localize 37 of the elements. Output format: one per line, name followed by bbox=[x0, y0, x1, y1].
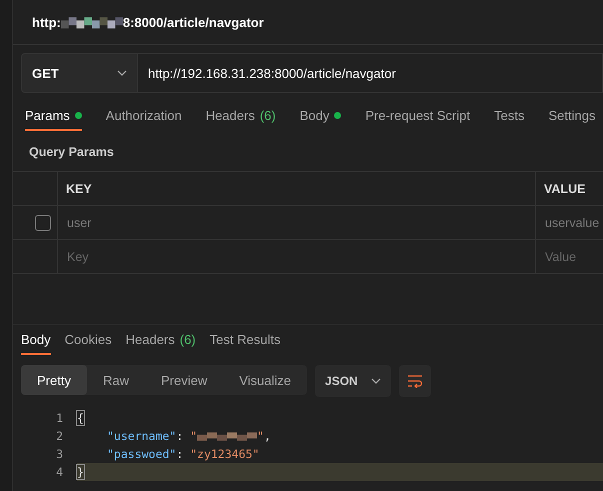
view-mode-button[interactable]: Pretty bbox=[21, 365, 87, 395]
response-tab[interactable]: Test Results bbox=[210, 332, 280, 355]
redaction-mosaic-icon bbox=[60, 14, 123, 30]
view-mode-button[interactable]: Raw bbox=[86, 365, 145, 395]
format-dropdown[interactable]: JSON bbox=[315, 365, 392, 397]
value-field[interactable]: Value bbox=[545, 250, 603, 264]
request-tab[interactable]: Body bbox=[300, 108, 342, 131]
response-tab[interactable]: Body bbox=[21, 332, 51, 355]
table-cell: uservalue bbox=[545, 216, 600, 230]
url-field[interactable]: http://192.168.31.238:8000/article/navgator bbox=[138, 53, 603, 93]
request-tab[interactable]: Authorization bbox=[106, 108, 182, 131]
method-dropdown[interactable]: GET bbox=[21, 53, 138, 93]
chevron-down-icon bbox=[117, 70, 127, 76]
code-line: 1 { bbox=[13, 409, 603, 427]
request-tab[interactable]: Params bbox=[25, 108, 82, 131]
view-mode-button[interactable]: Preview bbox=[144, 365, 224, 395]
key-field[interactable]: Key bbox=[67, 250, 535, 264]
request-tab[interactable]: Tests bbox=[494, 108, 524, 131]
request-tab[interactable]: Settings bbox=[548, 108, 596, 131]
line-number: 4 bbox=[13, 463, 77, 481]
checkbox[interactable] bbox=[35, 214, 51, 230]
chevron-down-icon bbox=[371, 378, 382, 384]
section-title: Query Params bbox=[28, 144, 115, 161]
redaction-mosaic-icon bbox=[197, 430, 258, 442]
request-tab[interactable]: Headers (6) bbox=[206, 108, 276, 131]
code-line: 2 "username": " ", bbox=[13, 427, 603, 445]
column-header: KEY bbox=[66, 182, 92, 196]
view-mode-button[interactable]: Visualize bbox=[223, 365, 308, 395]
code-line: 3 "passwoed": "zy123465" bbox=[13, 445, 603, 463]
response-tab[interactable]: Cookies bbox=[64, 332, 112, 355]
wrap-lines-button[interactable] bbox=[399, 365, 432, 397]
wrap-lines-icon bbox=[407, 374, 424, 388]
request-title: http: 8:8000/article/navgator bbox=[32, 14, 264, 30]
response-tab[interactable]: Headers (6) bbox=[126, 332, 196, 355]
column-header: VALUE bbox=[544, 182, 586, 196]
table-cell: user bbox=[67, 216, 92, 230]
request-tab[interactable]: Pre-request Script bbox=[365, 108, 470, 131]
